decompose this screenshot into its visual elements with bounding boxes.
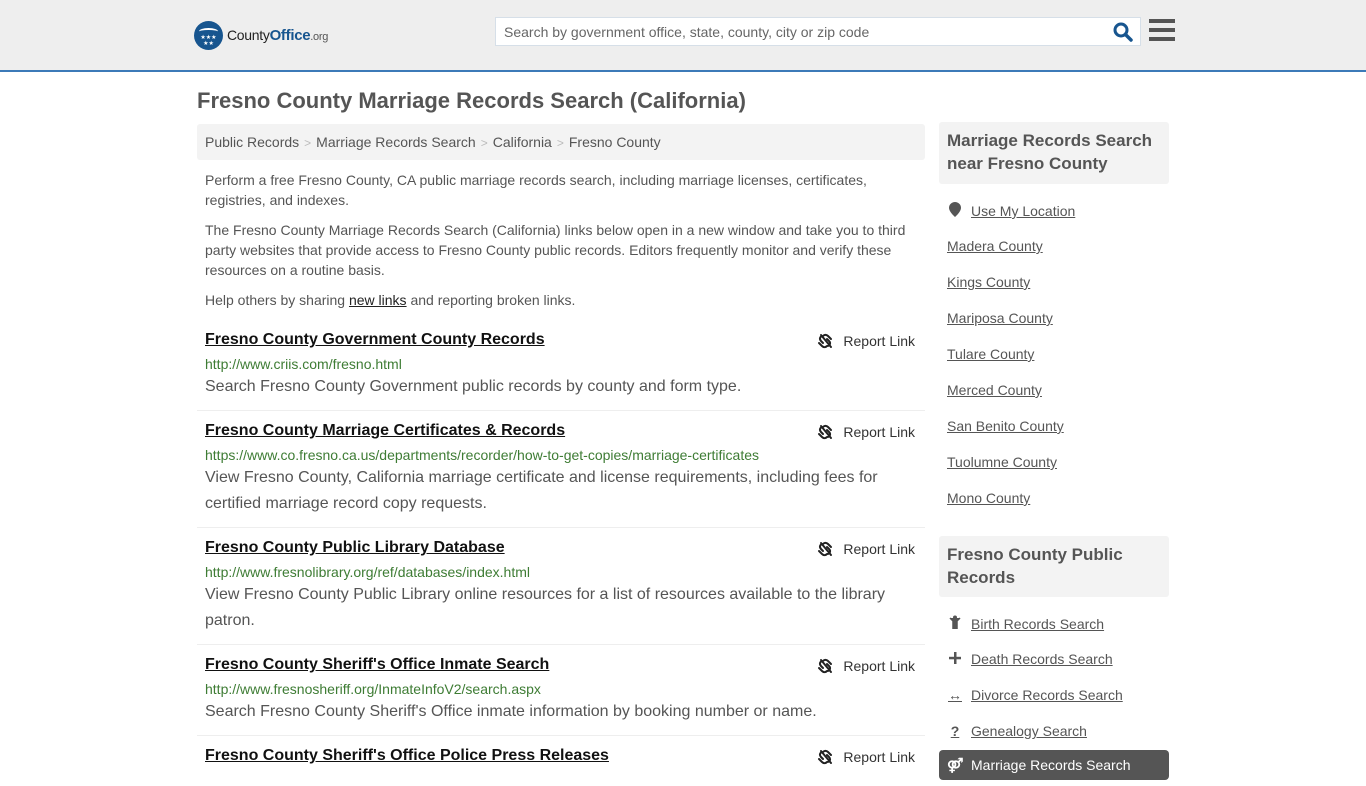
- broken-link-icon: [818, 658, 833, 674]
- result-item: Fresno County Marriage Certificates & Re…: [197, 421, 925, 528]
- disclaimer-paragraph: The Fresno County Marriage Records Searc…: [205, 222, 906, 278]
- result-url[interactable]: http://www.fresnolibrary.org/ref/databas…: [205, 563, 917, 581]
- site-header: ★★★ ★★ CountyOffice.org: [0, 0, 1366, 72]
- hamburger-menu-button[interactable]: [1149, 19, 1175, 43]
- report-link-button[interactable]: Report Link: [817, 541, 915, 557]
- result-item: Fresno County Government County Records …: [197, 330, 925, 411]
- search-button[interactable]: [1112, 21, 1134, 43]
- nearby-county-link[interactable]: Kings County: [947, 274, 1030, 290]
- map-marker-icon: [947, 202, 963, 220]
- menu-icon-bar: [1149, 19, 1175, 23]
- result-url[interactable]: http://www.criis.com/fresno.html: [205, 355, 917, 373]
- nearby-county-link[interactable]: Madera County: [947, 238, 1043, 254]
- marriage-records-label: Marriage Records Search: [971, 757, 1131, 773]
- report-link-button[interactable]: Report Link: [817, 424, 915, 440]
- nearby-county-link[interactable]: Mariposa County: [947, 310, 1053, 326]
- nearby-county-link[interactable]: Tuolumne County: [947, 454, 1057, 470]
- share-links-paragraph: Help others by sharing new links and rep…: [205, 290, 915, 310]
- result-item: Fresno County Public Library Database Re…: [197, 538, 925, 645]
- result-item: Fresno County Sheriff's Office Inmate Se…: [197, 655, 925, 736]
- result-title-link[interactable]: Fresno County Public Library Database: [205, 538, 505, 558]
- breadcrumb-separator: >: [556, 136, 564, 150]
- report-link-label: Report Link: [843, 424, 915, 440]
- menu-icon-bar: [1149, 28, 1175, 32]
- result-item: Fresno County Sheriff's Office Police Pr…: [197, 746, 925, 786]
- result-url[interactable]: https://www.co.fresno.ca.us/departments/…: [205, 446, 917, 464]
- arrows-horizontal-icon: ↔: [948, 687, 962, 703]
- genealogy-search-link[interactable]: ? Genealogy Search: [947, 723, 1087, 739]
- menu-icon-bar: [1149, 37, 1175, 41]
- result-title-link[interactable]: Fresno County Sheriff's Office Inmate Se…: [205, 655, 549, 675]
- nearby-county-link[interactable]: San Benito County: [947, 418, 1064, 434]
- result-description: View Fresno County, California marriage …: [205, 469, 878, 512]
- nearby-county-link[interactable]: Mono County: [947, 490, 1030, 506]
- intro-paragraph: Perform a free Fresno County, CA public …: [205, 172, 867, 208]
- broken-link-icon: [818, 749, 833, 765]
- genealogy-search-label: Genealogy Search: [971, 723, 1087, 739]
- breadcrumb-marriage-records-search[interactable]: Marriage Records Search: [316, 134, 476, 150]
- question-icon: ?: [950, 723, 960, 739]
- result-title-link[interactable]: Fresno County Marriage Certificates & Re…: [205, 421, 565, 441]
- breadcrumb: Public Records > Marriage Records Search > C…: [197, 124, 925, 160]
- share-text: Help others by sharing: [205, 292, 349, 308]
- broken-link-icon: [818, 333, 833, 349]
- cross-icon: [947, 651, 963, 667]
- breadcrumb-separator: >: [304, 136, 312, 150]
- nearby-county-link[interactable]: Merced County: [947, 382, 1042, 398]
- report-link-label: Report Link: [843, 333, 915, 349]
- report-link-label: Report Link: [843, 658, 915, 674]
- death-records-link[interactable]: Death Records Search: [947, 651, 1113, 667]
- page-title: Fresno County Marriage Records Search (C…: [197, 88, 746, 113]
- divorce-records-label: Divorce Records Search: [971, 687, 1123, 703]
- birth-records-label: Birth Records Search: [971, 615, 1105, 632]
- breadcrumb-separator: >: [480, 136, 488, 150]
- new-links-link[interactable]: new links: [349, 292, 407, 308]
- report-link-button[interactable]: Report Link: [817, 658, 915, 674]
- child-icon: [947, 615, 963, 632]
- result-description: Search Fresno County Sheriff's Office in…: [205, 703, 817, 720]
- breadcrumb-fresno-county[interactable]: Fresno County: [569, 134, 661, 150]
- marriage-records-link-active[interactable]: ⚤ Marriage Records Search: [939, 750, 1169, 780]
- search-box: [495, 17, 1141, 46]
- breadcrumb-california[interactable]: California: [493, 134, 552, 150]
- site-logo[interactable]: ★★★ ★★ CountyOffice.org: [194, 20, 328, 50]
- use-my-location-link[interactable]: Use My Location: [947, 202, 1075, 220]
- broken-link-icon: [818, 541, 833, 557]
- breadcrumb-public-records[interactable]: Public Records: [205, 134, 299, 150]
- public-records-section-heading: Fresno County Public Records: [939, 536, 1169, 597]
- search-icon: [1113, 22, 1133, 42]
- nearby-county-link[interactable]: Tulare County: [947, 346, 1034, 362]
- result-description: Search Fresno County Government public r…: [205, 378, 742, 395]
- result-title-link[interactable]: Fresno County Sheriff's Office Police Pr…: [205, 746, 609, 766]
- report-link-label: Report Link: [843, 749, 915, 765]
- logo-text: CountyOffice.org: [227, 26, 329, 44]
- marriage-icon: ⚤: [947, 756, 964, 773]
- report-link-label: Report Link: [843, 541, 915, 557]
- nearby-section-heading: Marriage Records Search near Fresno Coun…: [939, 122, 1169, 184]
- birth-records-link[interactable]: Birth Records Search: [947, 615, 1104, 632]
- result-title-link[interactable]: Fresno County Government County Records: [205, 330, 545, 350]
- report-link-button[interactable]: Report Link: [817, 749, 915, 765]
- eagle-logo-icon: ★★★ ★★: [194, 20, 223, 50]
- share-text-end: and reporting broken links.: [406, 292, 576, 308]
- result-url[interactable]: http://www.fresnosheriff.org/InmateInfoV…: [205, 680, 917, 698]
- result-description: View Fresno County Public Library online…: [205, 586, 886, 629]
- divorce-records-link[interactable]: ↔ Divorce Records Search: [947, 687, 1123, 703]
- death-records-label: Death Records Search: [971, 651, 1113, 667]
- use-my-location-label: Use My Location: [971, 203, 1076, 219]
- report-link-button[interactable]: Report Link: [817, 333, 915, 349]
- broken-link-icon: [818, 424, 833, 440]
- search-input[interactable]: [496, 18, 1106, 45]
